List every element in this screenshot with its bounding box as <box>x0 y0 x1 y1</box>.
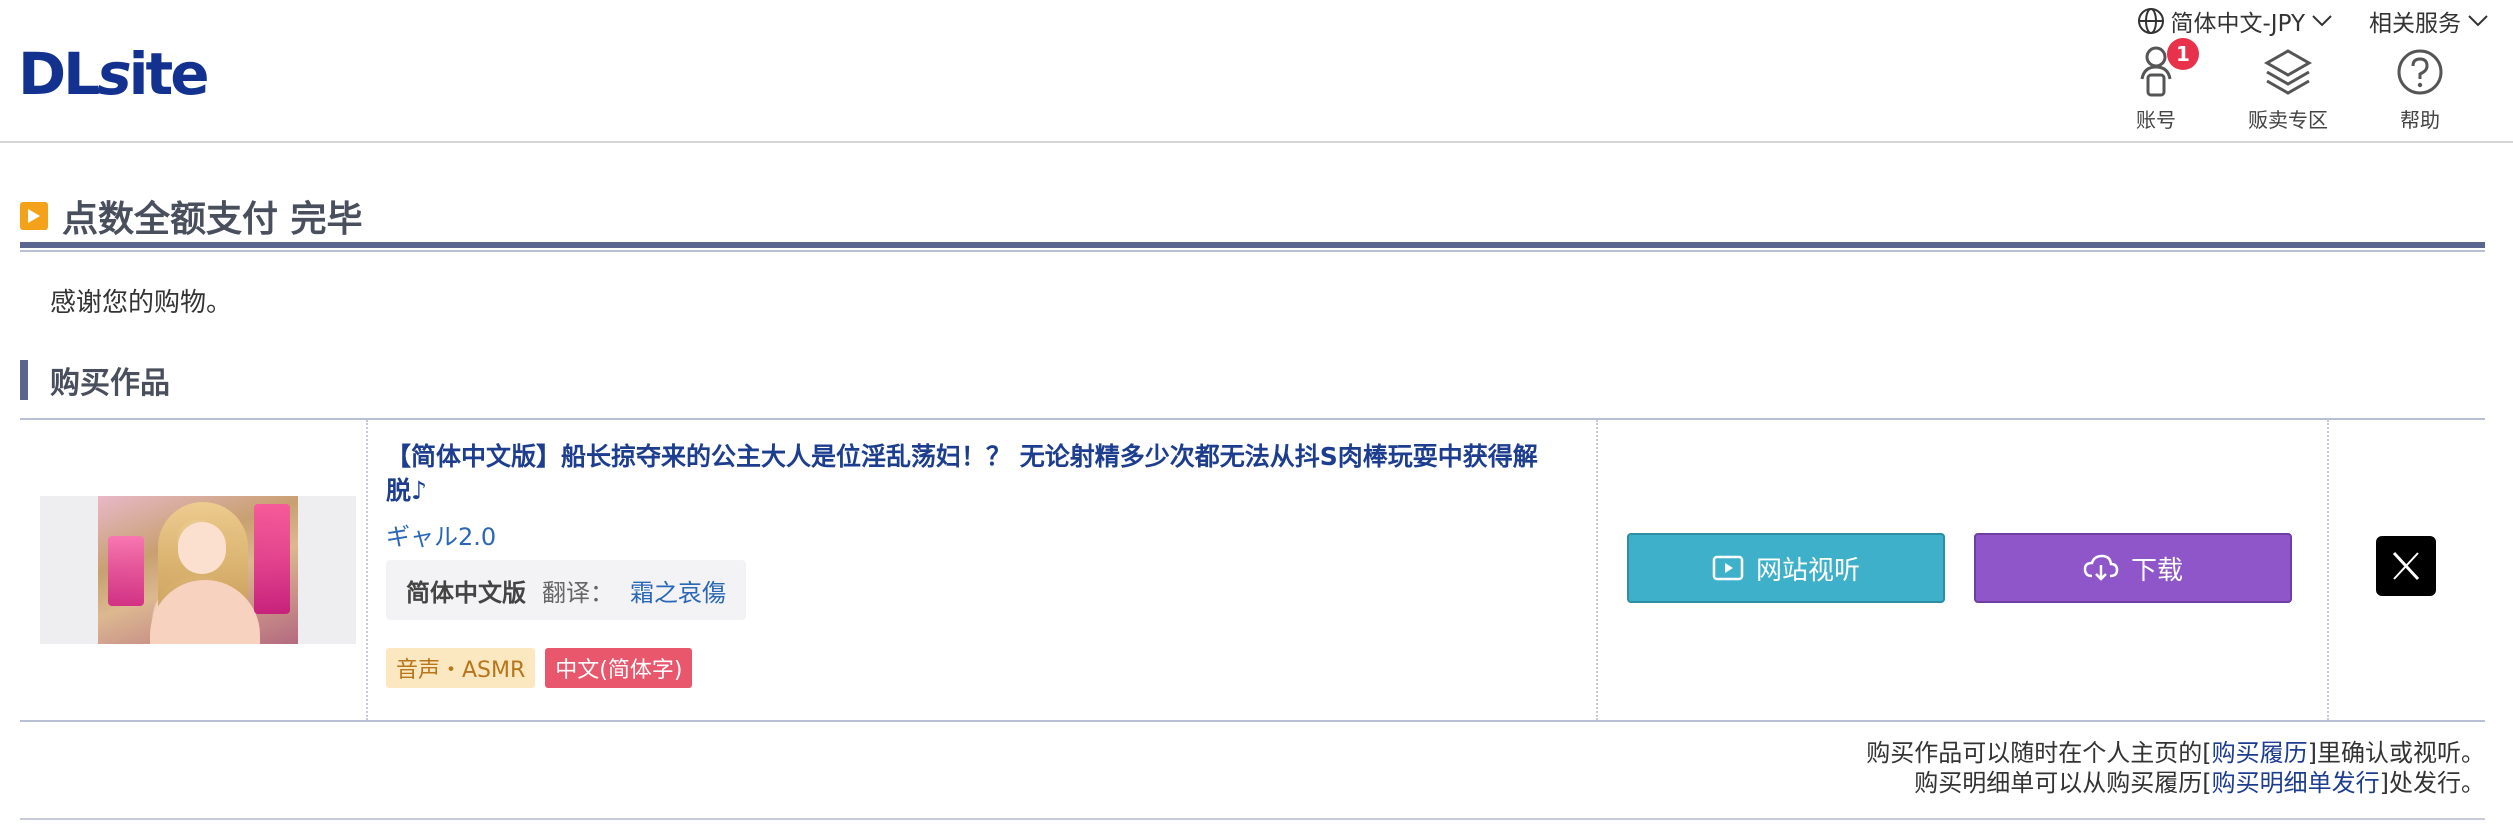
note-1-prefix: 购买作品可以随时在个人主页的[ <box>1866 739 2212 767</box>
svg-text:DLsite: DLsite <box>18 40 207 108</box>
title-divider <box>20 242 2485 248</box>
note-1-suffix: ]里确认或视听。 <box>2307 739 2485 767</box>
notification-badge: 1 <box>2167 38 2199 70</box>
stream-view-button[interactable]: 网站视听 <box>1627 533 1945 603</box>
work-thumbnail[interactable] <box>98 496 298 644</box>
tag-voice-asmr[interactable]: 音声・ASMR <box>386 648 536 688</box>
purchase-history-link[interactable]: 购买履历 <box>2212 739 2308 767</box>
x-logo-icon <box>2392 551 2420 581</box>
nav-help-label: 帮助 <box>2400 108 2440 132</box>
maker-link[interactable]: ギャル2.0 <box>386 517 496 552</box>
thanks-message: 感谢您的购物。 <box>50 288 233 318</box>
nav-sales-zone[interactable]: 贩卖专区 <box>2248 42 2328 133</box>
translator-link[interactable]: 霜之哀傷 <box>630 573 726 608</box>
work-tags: 音声・ASMR 中文(简体字) <box>386 648 693 688</box>
nav-account-label: 账号 <box>2136 108 2176 132</box>
section-title: 购买作品 <box>20 358 170 402</box>
note-line-1: 购买作品可以随时在个人主页的[购买履历]里确认或视听。 <box>1866 738 2485 768</box>
related-services-menu[interactable]: 相关服务 <box>2369 4 2489 38</box>
help-icon <box>2397 49 2443 95</box>
chevron-down-icon <box>2468 15 2488 27</box>
nav-help[interactable]: 帮助 <box>2383 42 2457 133</box>
download-button[interactable]: 下载 <box>1974 533 2292 603</box>
language-label: 简体中文-JPY <box>2170 11 2306 37</box>
x-share-button[interactable] <box>2376 536 2436 596</box>
nav-sales-zone-label: 贩卖专区 <box>2248 108 2328 132</box>
nav-account[interactable]: 1 账号 <box>2119 38 2199 133</box>
purchase-notes: 购买作品可以随时在个人主页的[购买履历]里确认或视听。 购买明细单可以从购买履历… <box>1866 738 2485 798</box>
play-square-icon <box>20 202 48 230</box>
note-line-2: 购买明细单可以从购买履历[购买明细单发行]处发行。 <box>1866 768 2485 798</box>
site-header: DLsite 简体中文-JPY 相关服务 1 账号 贩卖专区 帮助 <box>0 0 2513 143</box>
receipt-issue-link[interactable]: 购买明细单发行 <box>2212 769 2380 797</box>
download-label: 下载 <box>2130 555 2183 586</box>
dlsite-logo[interactable]: DLsite <box>18 38 208 108</box>
related-services-label: 相关服务 <box>2369 11 2461 37</box>
bottom-divider <box>20 818 2485 820</box>
note-2-prefix: 购买明细单可以从购买履历[ <box>1914 769 2212 797</box>
globe-icon <box>2137 8 2164 34</box>
title-divider-thin <box>20 250 2485 252</box>
tag-language[interactable]: 中文(简体字) <box>545 648 693 688</box>
section-title-text: 购买作品 <box>50 366 170 401</box>
section-bar <box>20 360 28 400</box>
cloud-download-icon <box>2083 554 2119 581</box>
play-screen-icon <box>1712 555 1744 581</box>
page-title: 点数全额支付 完毕 <box>20 190 363 242</box>
page-title-text: 点数全额支付 完毕 <box>62 199 363 240</box>
layers-icon <box>2263 49 2313 95</box>
top-bar: 简体中文-JPY 相关服务 <box>2137 4 2490 38</box>
translation-label: 翻译： <box>542 578 614 607</box>
header-nav: 1 账号 贩卖专区 帮助 <box>2119 38 2457 133</box>
work-thumbnail-frame <box>40 496 356 644</box>
language-selector[interactable]: 简体中文-JPY <box>2137 4 2334 38</box>
stream-view-label: 网站视听 <box>1755 555 1860 586</box>
edition-label: 简体中文版 <box>406 578 526 607</box>
chevron-down-icon <box>2312 15 2332 27</box>
work-title-link[interactable]: 【简体中文版】船长掠夺来的公主大人是位淫乱荡妇！？ 无论射精多少次都无法从抖S肉… <box>386 440 1556 508</box>
note-2-suffix: ]处发行。 <box>2379 769 2485 797</box>
work-thumbnail-cell <box>20 420 366 720</box>
language-edition-box: 简体中文版 翻译： 霜之哀傷 <box>386 560 746 620</box>
